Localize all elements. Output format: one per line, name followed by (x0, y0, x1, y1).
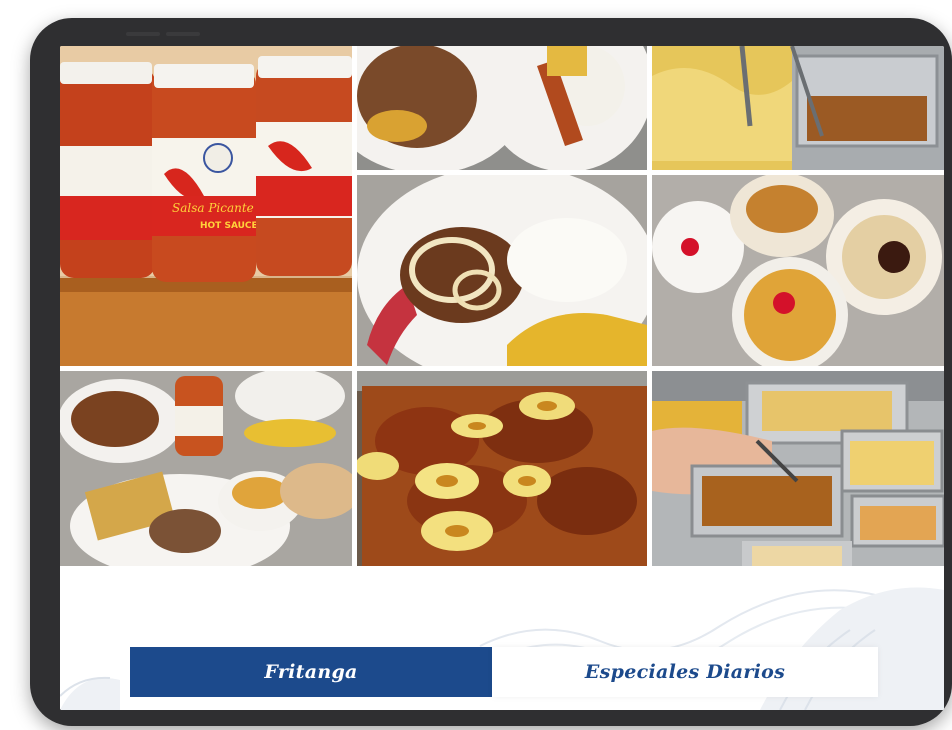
gallery-image-steak-plate[interactable] (357, 175, 647, 366)
gallery-image-buffet-serving[interactable] (652, 371, 944, 566)
gallery-image-mixed-plates[interactable] (60, 371, 352, 566)
volume-button (166, 32, 200, 36)
jar-sub-text: HOT SAUCE (200, 221, 258, 231)
tab-especiales-diarios[interactable]: Especiales Diarios (492, 647, 878, 697)
gallery-image-hot-sauce[interactable]: Salsa Picante HOT SAUCE (60, 46, 352, 366)
tab-especiales-label: Especiales Diarios (584, 661, 786, 683)
tablet-screen: Salsa Picante HOT SAUCE Fritanga Especia… (60, 46, 944, 710)
food-gallery: Salsa Picante HOT SAUCE (60, 46, 944, 566)
gallery-image-roasted-chicken[interactable] (357, 371, 647, 566)
volume-button (126, 32, 160, 36)
gallery-image-desserts[interactable] (652, 175, 944, 366)
jar-label-text: Salsa Picante (172, 201, 254, 215)
gallery-image-buffet-trays[interactable] (652, 46, 944, 170)
tab-fritanga-label: Fritanga (264, 661, 358, 683)
gallery-image-plantain-plates[interactable] (357, 46, 647, 170)
tab-fritanga[interactable]: Fritanga (130, 647, 492, 697)
